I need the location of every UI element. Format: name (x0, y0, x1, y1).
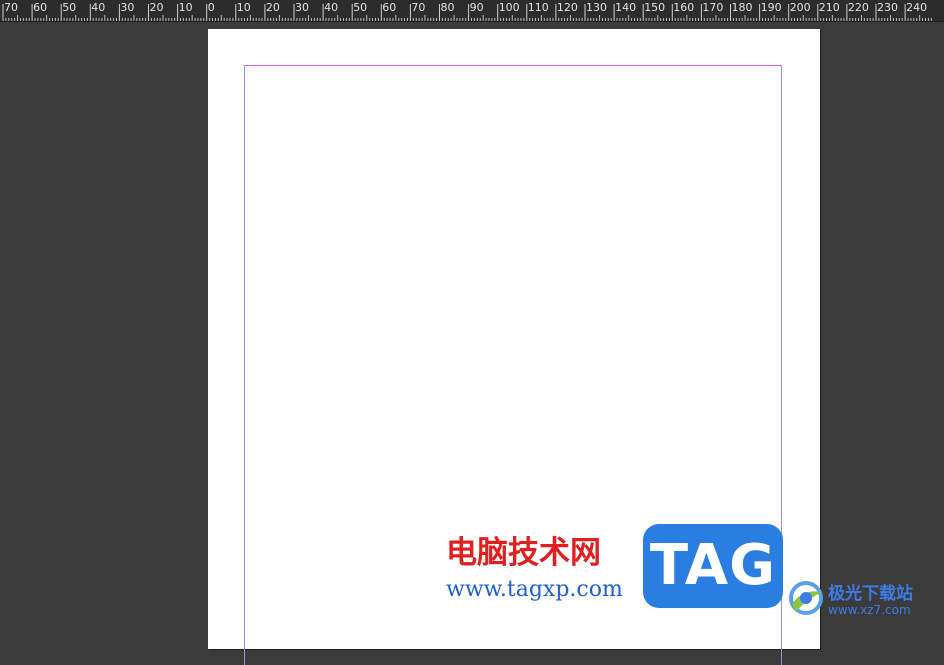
ruler-label: 210 (818, 1, 840, 14)
ruler-label: 90 (469, 1, 484, 14)
horizontal-ruler[interactable]: 70 60 50 40 30 20 10 0 10 20 30 40 50 60 70 80 90 100 110 1… (0, 0, 944, 22)
ruler-label: 70 (411, 1, 426, 14)
ruler-label: 20 (265, 1, 280, 14)
ruler-label: 160 (673, 1, 695, 14)
ruler-label: 110 (527, 1, 549, 14)
ruler-label: 130 (586, 1, 607, 14)
ruler-label: 30 (120, 1, 135, 14)
ruler-label: 140 (615, 1, 637, 14)
ruler-label: 40 (324, 1, 339, 14)
watermark-site-name: 电脑技术网 (446, 535, 601, 571)
ruler-label: 240 (906, 1, 928, 14)
ruler-label: 30 (295, 1, 309, 14)
watermark-site-url: www.tagxp.com (446, 577, 623, 602)
ruler-label: 50 (62, 1, 77, 14)
ruler-label: 10 (236, 1, 251, 14)
ruler-label: 100 (498, 1, 520, 14)
ruler-label: 80 (440, 1, 455, 14)
partner-watermark: 极光下载站 www.xz7.com (786, 576, 942, 626)
ruler-label: 150 (644, 1, 666, 14)
ruler-label: 40 (91, 1, 106, 14)
ruler-label: 200 (789, 1, 811, 14)
watermark-tag-logo: TAG (643, 524, 783, 608)
ruler-label: 230 (877, 1, 898, 14)
partner-site-name: 极光下载站 (828, 584, 913, 604)
partner-logo-icon (789, 581, 823, 615)
ruler-label: 10 (178, 1, 193, 14)
ruler-label: 220 (847, 1, 869, 14)
ruler-label: 20 (149, 1, 164, 14)
ruler-label: 50 (353, 1, 368, 14)
ruler-label: 0 (207, 1, 215, 14)
ruler-label: 190 (760, 1, 782, 14)
ruler-label: 70 (4, 1, 18, 14)
ruler-label: 60 (382, 1, 397, 14)
ruler-label: 120 (556, 1, 578, 14)
ruler-label: 60 (33, 1, 48, 14)
partner-site-url: www.xz7.com (828, 603, 911, 617)
ruler-label: 170 (702, 1, 724, 14)
ruler-label: 180 (731, 1, 753, 14)
